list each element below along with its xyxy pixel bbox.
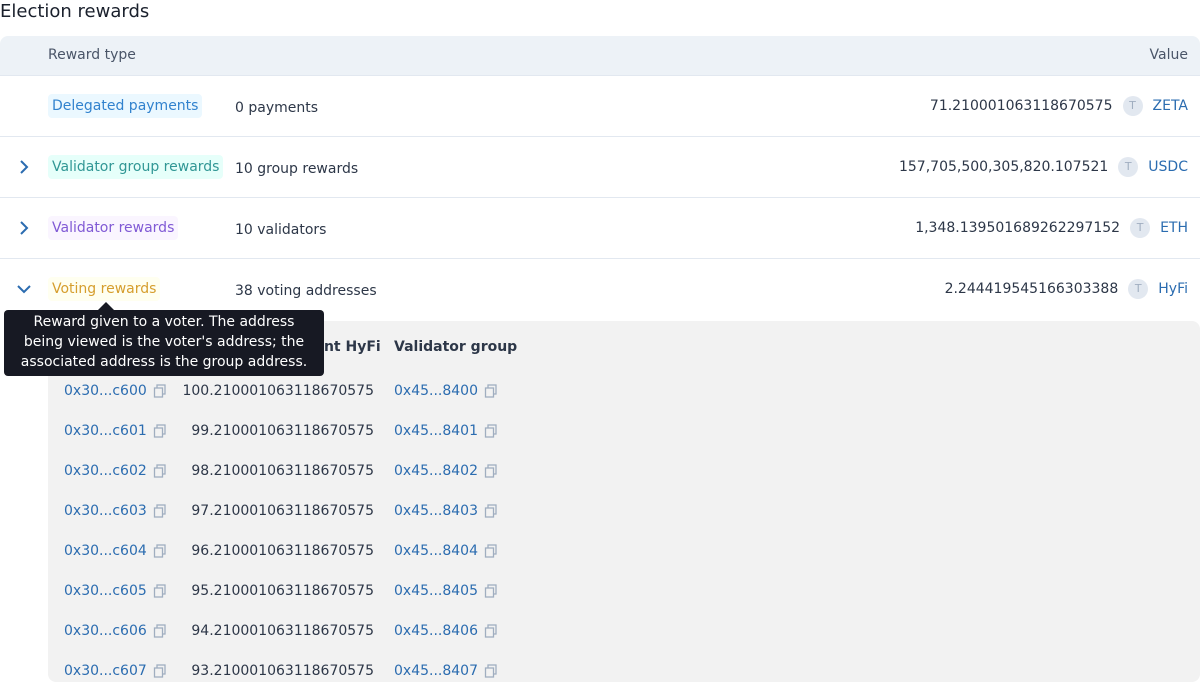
table-header: Reward type Value: [0, 36, 1200, 76]
copy-icon[interactable]: [153, 504, 167, 518]
voting-amount: 95.210001063118670575: [191, 583, 374, 599]
voter-address[interactable]: 0x30...c607: [64, 661, 167, 681]
voting-amount: 97.210001063118670575: [191, 503, 374, 519]
copy-icon[interactable]: [153, 584, 167, 598]
voting-amount: 96.210001063118670575: [191, 543, 374, 559]
copy-icon[interactable]: [484, 624, 498, 638]
reward-value: 157,705,500,305,820.107521 T USDC: [899, 157, 1188, 177]
copy-icon[interactable]: [153, 384, 167, 398]
reward-summary: 10 validators: [235, 222, 327, 238]
validator-group-address[interactable]: 0x45...8405: [394, 581, 498, 601]
reward-type-tag: Delegated payments: [48, 94, 203, 118]
reward-amount: 157,705,500,305,820.107521: [898, 159, 1109, 175]
column-header-value: Value: [1149, 47, 1188, 63]
token-icon: T: [1122, 96, 1143, 116]
table-row: 0x30...c602 98.210001063118670575 0x45..…: [48, 451, 1200, 491]
validator-group-address[interactable]: 0x45...8404: [394, 541, 498, 561]
validator-group-address[interactable]: 0x45...8401: [394, 421, 498, 441]
reward-amount: 2.244419545166303388: [944, 281, 1119, 297]
reward-row-validator-group-rewards: Validator group rewards 10 group rewards…: [0, 137, 1200, 198]
table-row: 0x30...c603 97.210001063118670575 0x45..…: [48, 491, 1200, 531]
copy-icon[interactable]: [153, 464, 167, 478]
reward-value: 71.210001063118670575 T ZETA: [930, 96, 1188, 116]
column-header-amount: unt HyFi: [314, 339, 381, 355]
copy-icon[interactable]: [484, 504, 498, 518]
copy-icon[interactable]: [484, 424, 498, 438]
reward-amount: 71.210001063118670575: [929, 98, 1113, 114]
token-icon: T: [1128, 279, 1149, 299]
validator-group-address[interactable]: 0x45...8400: [394, 381, 498, 401]
validator-group-address[interactable]: 0x45...8403: [394, 501, 498, 521]
token-link[interactable]: ZETA: [1153, 96, 1188, 116]
table-row: 0x30...c601 99.210001063118670575 0x45..…: [48, 411, 1200, 451]
voter-address[interactable]: 0x30...c601: [64, 421, 167, 441]
voting-amount: 100.210001063118670575: [182, 383, 374, 399]
reward-summary: 10 group rewards: [235, 161, 359, 177]
validator-group-address[interactable]: 0x45...8402: [394, 461, 498, 481]
voter-address[interactable]: 0x30...c604: [64, 541, 167, 561]
voting-amount: 98.210001063118670575: [191, 463, 374, 479]
reward-type-tag: Validator group rewards: [48, 155, 224, 179]
token-link[interactable]: USDC: [1148, 157, 1188, 177]
reward-row-validator-rewards: Validator rewards 10 validators 1,348.13…: [0, 198, 1200, 259]
page-title: Election rewards: [0, 1, 150, 22]
chevron-down-icon[interactable]: [14, 279, 34, 299]
token-icon: T: [1130, 218, 1151, 238]
token-link[interactable]: HyFi: [1158, 279, 1188, 299]
copy-icon[interactable]: [484, 584, 498, 598]
copy-icon[interactable]: [153, 664, 167, 678]
copy-icon[interactable]: [153, 624, 167, 638]
column-header-reward-type: Reward type: [48, 47, 136, 63]
voter-address[interactable]: 0x30...c605: [64, 581, 167, 601]
voter-address[interactable]: 0x30...c602: [64, 461, 167, 481]
table-row: 0x30...c604 96.210001063118670575 0x45..…: [48, 531, 1200, 571]
column-header-validator-group: Validator group: [394, 339, 518, 355]
reward-summary: 0 payments: [235, 100, 319, 116]
reward-type-tag: Voting rewards: [48, 277, 161, 301]
reward-summary: 38 voting addresses: [235, 283, 377, 299]
reward-type-tag: Validator rewards: [48, 216, 179, 240]
reward-row-delegated-payments: Delegated payments 0 payments 71.2100010…: [0, 76, 1200, 137]
table-row: 0x30...c606 94.210001063118670575 0x45..…: [48, 611, 1200, 651]
copy-icon[interactable]: [484, 384, 498, 398]
voting-amount: 99.210001063118670575: [191, 423, 374, 439]
copy-icon[interactable]: [484, 664, 498, 678]
validator-group-address[interactable]: 0x45...8407: [394, 661, 498, 681]
table-row: 0x30...c605 95.210001063118670575 0x45..…: [48, 571, 1200, 611]
tooltip-arrow: [98, 302, 114, 310]
validator-group-address[interactable]: 0x45...8406: [394, 621, 498, 641]
copy-icon[interactable]: [153, 424, 167, 438]
copy-icon[interactable]: [153, 544, 167, 558]
voter-address[interactable]: 0x30...c606: [64, 621, 167, 641]
token-link[interactable]: ETH: [1160, 218, 1188, 238]
voting-rewards-tooltip: Reward given to a voter. The address bei…: [4, 310, 324, 376]
reward-value: 1,348.139501689262297152 T ETH: [915, 218, 1188, 238]
token-icon: T: [1118, 157, 1139, 177]
voter-address[interactable]: 0x30...c600: [64, 381, 167, 401]
voter-address[interactable]: 0x30...c603: [64, 501, 167, 521]
table-row: 0x30...c607 93.210001063118670575 0x45..…: [48, 651, 1200, 691]
copy-icon[interactable]: [484, 464, 498, 478]
chevron-right-icon[interactable]: [14, 218, 34, 238]
reward-value: 2.244419545166303388 T HyFi: [945, 279, 1188, 299]
table-row: 0x30...c600 100.210001063118670575 0x45.…: [48, 371, 1200, 411]
copy-icon[interactable]: [484, 544, 498, 558]
chevron-right-icon[interactable]: [14, 157, 34, 177]
voting-amount: 93.210001063118670575: [191, 663, 374, 679]
reward-amount: 1,348.139501689262297152: [915, 220, 1121, 236]
voting-amount: 94.210001063118670575: [191, 623, 374, 639]
